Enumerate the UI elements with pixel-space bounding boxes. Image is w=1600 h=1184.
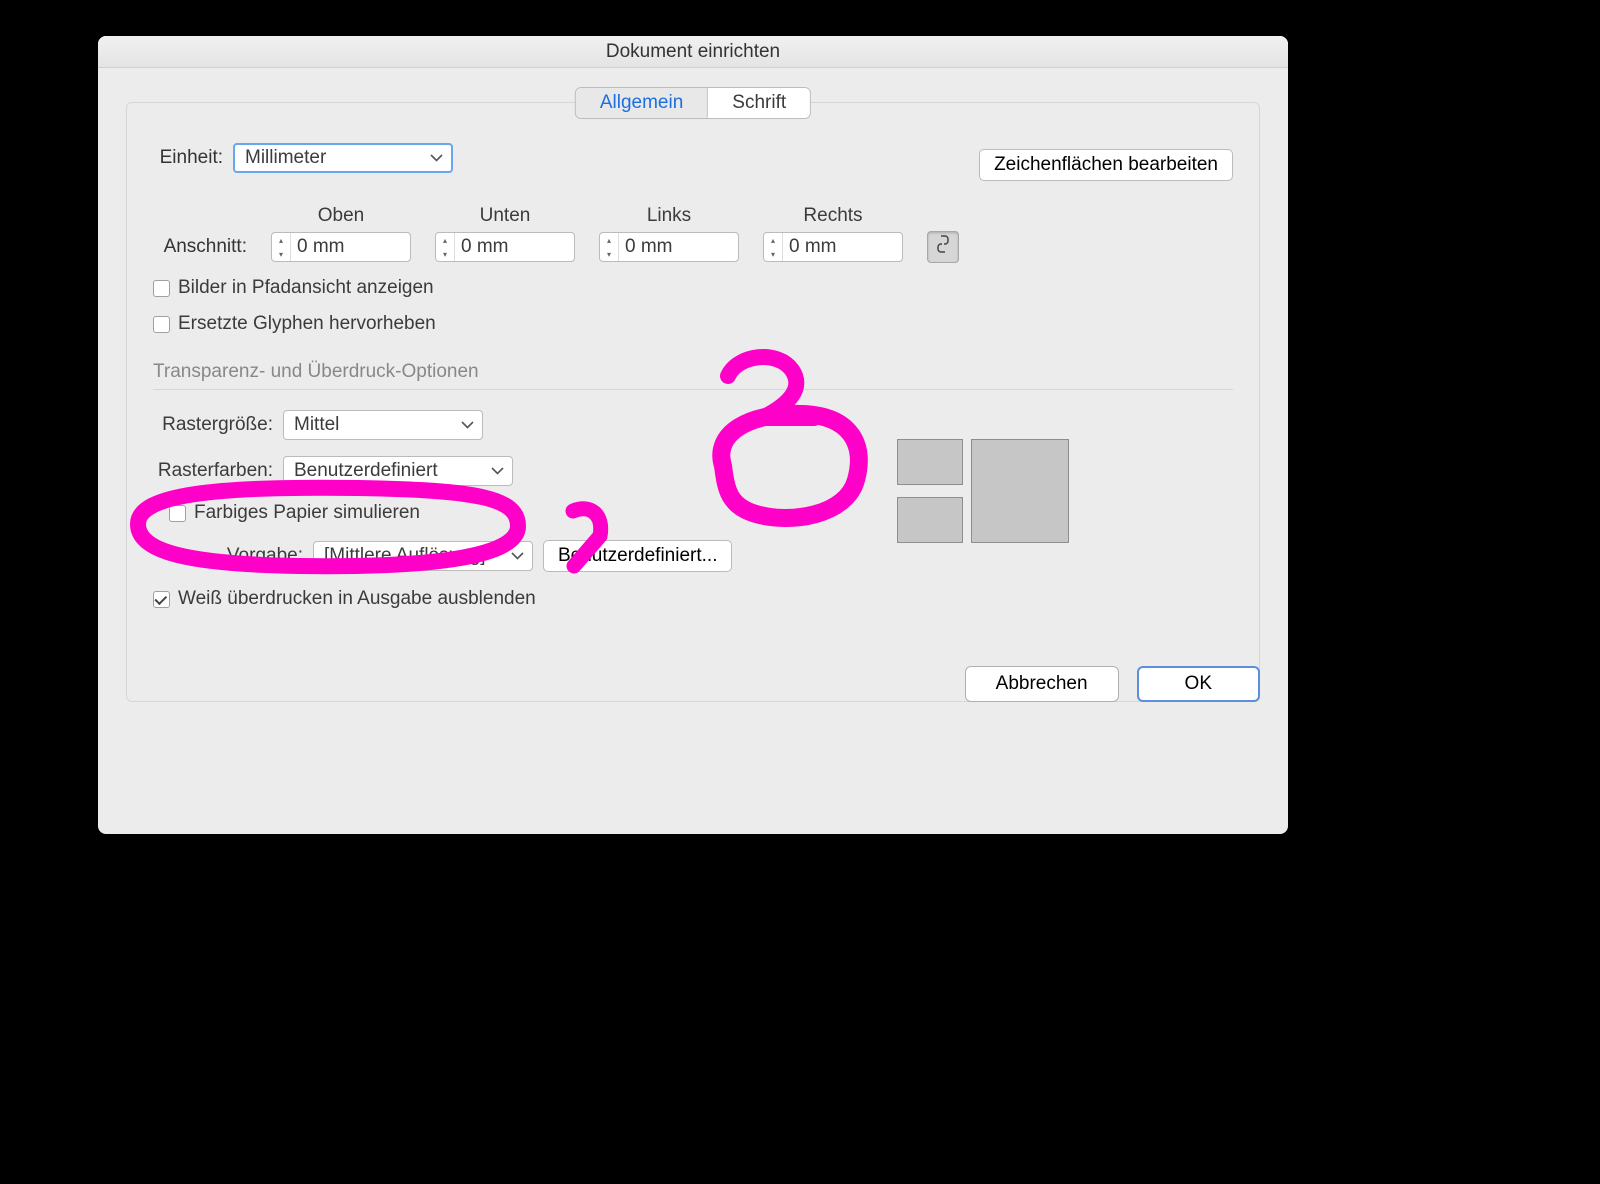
stepper-up-icon[interactable]: ▴ (600, 233, 618, 247)
outline-images-label: Bilder in Pfadansicht anzeigen (178, 277, 434, 299)
ok-button[interactable]: OK (1137, 666, 1260, 702)
chevron-down-icon (430, 154, 443, 162)
dialog-content: Allgemein Schrift Einheit: Millimeter Ze… (98, 68, 1288, 726)
stepper-down-icon[interactable]: ▾ (764, 247, 782, 261)
bleed-left-input[interactable]: ▴▾ 0 mm (599, 232, 739, 262)
bleed-headers: Oben Unten Links Rechts (271, 205, 1233, 227)
outline-images-checkbox[interactable] (153, 280, 170, 297)
highlight-glyphs-label: Ersetzte Glyphen hervorheben (178, 313, 436, 335)
unit-value: Millimeter (245, 147, 326, 169)
grid-preview-large[interactable] (971, 439, 1069, 543)
raster-block: Rastergröße: Mittel Rasterfarben: Benutz… (153, 410, 1233, 610)
cancel-button[interactable]: Abbrechen (965, 666, 1119, 702)
dialog-title: Dokument einrichten (98, 36, 1288, 68)
tab-bar: Allgemein Schrift (575, 87, 811, 119)
unit-label: Einheit: (153, 147, 223, 169)
stepper-down-icon[interactable]: ▾ (600, 247, 618, 261)
bleed-left-value: 0 mm (619, 236, 738, 258)
grid-preview-small-bottom[interactable] (897, 497, 963, 543)
chevron-down-icon (511, 552, 524, 560)
bleed-bottom-value: 0 mm (455, 236, 574, 258)
unit-dropdown[interactable]: Millimeter (233, 143, 453, 173)
chevron-down-icon (491, 467, 504, 475)
stepper-up-icon[interactable]: ▴ (436, 233, 454, 247)
preset-dropdown[interactable]: [Mittlere Auflösung] (313, 541, 533, 571)
bleed-header-bottom: Unten (435, 205, 575, 227)
grid-color-preview (879, 433, 1069, 551)
bleed-header-left: Links (599, 205, 739, 227)
bleed-right-input[interactable]: ▴▾ 0 mm (763, 232, 903, 262)
overprint-white-checkbox[interactable] (153, 591, 170, 608)
edit-artboards-button[interactable]: Zeichenflächen bearbeiten (979, 149, 1233, 181)
bleed-right-value: 0 mm (783, 236, 902, 258)
bleed-top-input[interactable]: ▴▾ 0 mm (271, 232, 411, 262)
stepper-down-icon[interactable]: ▾ (272, 247, 290, 261)
raster-size-value: Mittel (294, 414, 339, 436)
bleed-header-right: Rechts (763, 205, 903, 227)
raster-colors-label: Rasterfarben: (153, 460, 273, 482)
stepper-up-icon[interactable]: ▴ (272, 233, 290, 247)
bleed-block: Oben Unten Links Rechts Anschnitt: ▴▾ 0 … (153, 205, 1233, 263)
stepper-down-icon[interactable]: ▾ (436, 247, 454, 261)
overprint-white-label: Weiß überdrucken in Ausgabe ausblenden (178, 588, 536, 610)
tab-type[interactable]: Schrift (708, 88, 810, 118)
preset-label: Vorgabe: (153, 545, 303, 567)
tab-general[interactable]: Allgemein (576, 88, 708, 118)
grid-preview-small-top[interactable] (897, 439, 963, 485)
document-setup-dialog: Dokument einrichten Allgemein Schrift Ei… (98, 36, 1288, 834)
general-panel: Allgemein Schrift Einheit: Millimeter Ze… (126, 102, 1260, 702)
bleed-header-top: Oben (271, 205, 411, 227)
stepper-up-icon[interactable]: ▴ (764, 233, 782, 247)
custom-preset-button[interactable]: Benutzerdefiniert... (543, 540, 732, 572)
raster-size-label: Rastergröße: (153, 414, 273, 436)
link-icon (937, 234, 949, 260)
raster-colors-value: Benutzerdefiniert (294, 460, 438, 482)
dialog-footer: Abbrechen OK (965, 666, 1260, 702)
preset-value: [Mittlere Auflösung] (324, 545, 486, 567)
raster-size-dropdown[interactable]: Mittel (283, 410, 483, 440)
transparency-section-header: Transparenz- und Überdruck-Optionen (153, 361, 1233, 390)
bleed-label: Anschnitt: (153, 236, 247, 258)
bleed-top-value: 0 mm (291, 236, 410, 258)
highlight-glyphs-checkbox[interactable] (153, 316, 170, 333)
link-bleed-button[interactable] (927, 231, 959, 263)
bleed-bottom-input[interactable]: ▴▾ 0 mm (435, 232, 575, 262)
raster-colors-dropdown[interactable]: Benutzerdefiniert (283, 456, 513, 486)
simulate-paper-label: Farbiges Papier simulieren (194, 502, 420, 524)
chevron-down-icon (461, 421, 474, 429)
simulate-paper-checkbox[interactable] (169, 505, 186, 522)
